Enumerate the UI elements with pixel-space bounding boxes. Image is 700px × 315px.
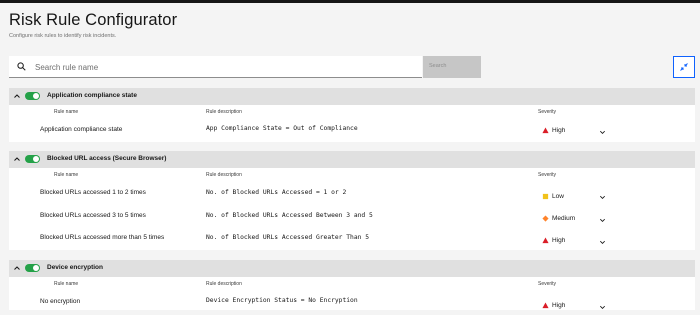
search-button[interactable]: Search [423,56,481,78]
table-row: Application compliance state App Complia… [9,119,695,141]
column-header-description: Rule description [206,172,242,178]
severity-value: High [552,237,566,244]
triangle-icon [542,127,549,134]
rule-group: Application compliance state Rule name R… [9,88,695,142]
chevron-down-icon[interactable] [599,239,606,246]
table-row: Blocked URLs accessed more than 5 times … [9,230,695,252]
chevron-down-icon[interactable] [599,129,606,136]
collapse-all-button[interactable] [673,56,695,78]
rule-description: No. of Blocked URLs Accessed Greater Tha… [206,234,370,241]
column-header-name: Rule name [54,281,79,287]
group-header[interactable]: Blocked URL access (Secure Browser) [9,151,695,168]
column-header-severity: Severity [538,109,557,115]
group-header[interactable]: Application compliance state [9,88,695,105]
column-header-description: Rule description [206,109,242,115]
rule-name: Application compliance state [40,126,123,133]
group-toggle[interactable] [25,264,40,272]
rule-description: App Compliance State = Out of Compliance [206,125,358,132]
severity-value: Medium [552,215,576,222]
search-box[interactable] [9,56,422,79]
rule-name: Blocked URLs accessed more than 5 times [40,234,165,241]
rule-description: No. of Blocked URLs Accessed Between 3 a… [206,212,373,219]
square-icon [542,193,549,200]
search-icon [17,62,26,71]
collapse-icon [680,63,688,71]
page-title: Risk Rule Configurator [9,11,178,29]
column-header-severity: Severity [538,281,557,287]
page-subtitle: Configure risk rules to identify risk in… [9,33,117,39]
rule-description: No. of Blocked URLs Accessed = 1 or 2 [206,189,347,196]
table-row: Blocked URLs accessed 3 to 5 times No. o… [9,207,695,229]
chevron-down-icon[interactable] [599,217,606,224]
group-toggle[interactable] [25,92,40,100]
search-input[interactable] [33,56,417,79]
table-row: Blocked URLs accessed 1 to 2 times No. o… [9,184,695,206]
severity-value: High [552,127,566,134]
chevron-down-icon[interactable] [599,194,606,201]
top-bar [0,0,700,3]
severity-value: Low [552,193,564,200]
column-header-severity: Severity [538,172,557,178]
chevron-up-icon[interactable] [13,264,21,272]
column-header-name: Rule name [54,109,79,115]
group-toggle[interactable] [25,155,40,163]
group-header[interactable]: Device encryption [9,260,695,277]
rule-group: Device encryption Rule name Rule descrip… [9,260,695,310]
severity-value: High [552,302,566,309]
rule-group: Blocked URL access (Secure Browser) Rule… [9,151,695,250]
rule-description: Device Encryption Status = No Encryption [206,297,358,304]
diamond-icon [542,215,549,222]
chevron-up-icon[interactable] [13,155,21,163]
rule-name: Blocked URLs accessed 3 to 5 times [40,212,146,219]
group-title: Application compliance state [47,92,137,99]
group-title: Device encryption [47,264,103,271]
triangle-icon [542,237,549,244]
column-header-name: Rule name [54,172,79,178]
group-title: Blocked URL access (Secure Browser) [47,155,167,162]
rule-name: Blocked URLs accessed 1 to 2 times [40,189,146,196]
triangle-icon [542,302,549,309]
chevron-up-icon[interactable] [13,92,21,100]
rule-name: No encryption [40,298,81,305]
column-header-description: Rule description [206,281,242,287]
table-row: No encryption Device Encryption Status =… [9,293,695,315]
